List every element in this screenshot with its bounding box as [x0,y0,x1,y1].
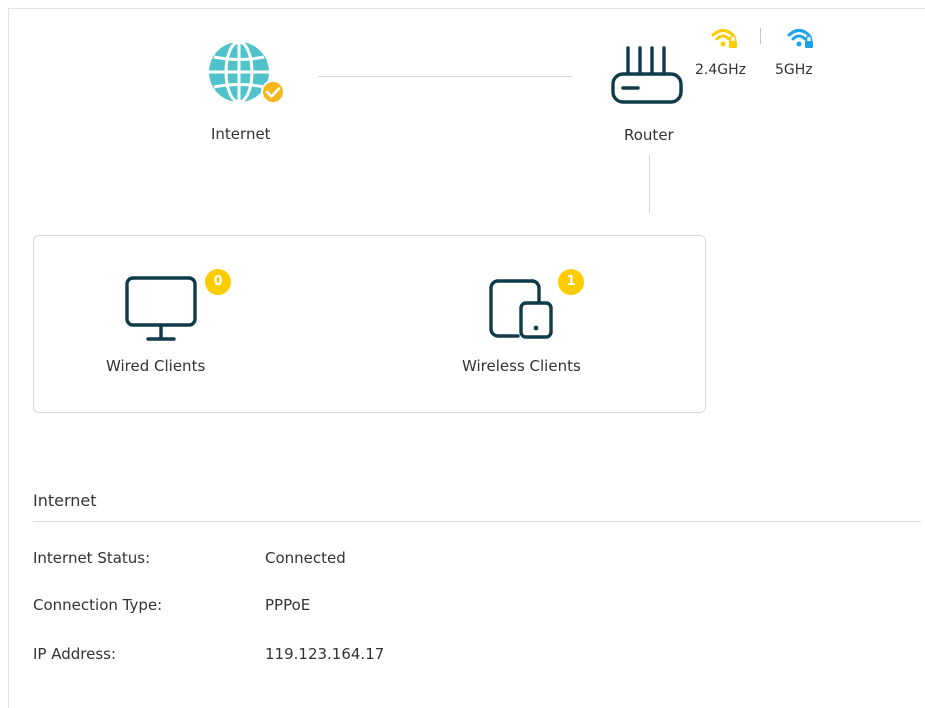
wifi-24ghz-icon[interactable] [710,26,740,50]
connection-type-label: Connection Type: [33,596,163,614]
internet-section-title: Internet [33,491,97,510]
router-label: Router [624,126,674,144]
ip-address-value: 119.123.164.17 [265,645,385,663]
internet-status-label: Internet Status: [33,549,151,567]
section-divider [33,521,921,522]
wired-clients-monitor-icon[interactable] [124,275,198,345]
band-24ghz-label: 2.4GHz [695,62,746,78]
internet-globe-icon[interactable] [206,36,286,108]
internet-label: Internet [211,125,271,143]
wireless-clients-tablet-icon[interactable] [488,277,558,341]
internet-router-connector [318,76,572,77]
wireless-clients-label[interactable]: Wireless Clients [462,357,581,375]
wifi-band-divider [760,28,761,44]
connection-type-value: PPPoE [265,596,311,614]
router-clients-connector [649,155,650,213]
router-icon[interactable] [610,46,684,106]
band-5ghz-label: 5GHz [775,62,813,78]
wifi-5ghz-icon[interactable] [786,26,816,50]
wired-clients-count-badge: 0 [205,269,231,295]
internet-status-value: Connected [265,549,346,567]
ip-address-label: IP Address: [33,645,117,663]
wireless-clients-count-badge: 1 [558,269,584,295]
wired-clients-label[interactable]: Wired Clients [106,357,205,375]
